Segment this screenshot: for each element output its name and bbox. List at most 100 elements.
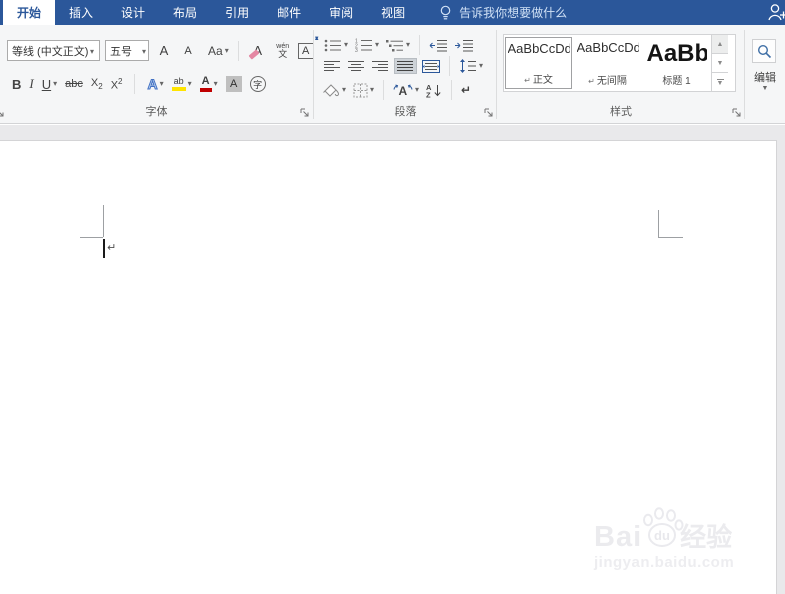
subscript-button[interactable]: X2 [91, 77, 103, 91]
svg-text:Z: Z [426, 90, 431, 98]
shrink-font-button[interactable]: A ▼ [179, 36, 319, 57]
character-border-button[interactable]: A [297, 42, 314, 59]
divider [237, 40, 239, 61]
find-button[interactable] [752, 39, 776, 63]
styles-scroll-down-button[interactable]: ▼ [712, 54, 728, 73]
grow-font-button[interactable]: A ▲ [154, 36, 320, 58]
divider [383, 80, 385, 100]
paragraph-mark: ↵ [107, 242, 117, 254]
font-name-select[interactable]: 等线 (中文正文) [7, 40, 100, 61]
distribute-button[interactable] [420, 59, 442, 74]
font-size-select[interactable]: 五号 [105, 40, 149, 61]
decrease-indent-button[interactable] [427, 38, 450, 53]
increase-indent-icon [455, 39, 474, 51]
watermark: Bai du 经验 jingyan.baidu.com [594, 506, 754, 571]
enclose-characters-button[interactable]: 字 [249, 76, 266, 92]
shading-button[interactable] [320, 82, 348, 99]
justify-icon [397, 61, 413, 71]
style-card-heading1[interactable]: AaBb 标题 1 [643, 37, 710, 89]
asian-layout-button[interactable]: A [391, 82, 421, 98]
font-color-icon: A [199, 76, 212, 92]
enclose-characters-icon: 字 [249, 76, 266, 92]
sort-icon: AZ [426, 83, 441, 98]
style-name: 标题 1 [662, 76, 691, 87]
tab-review[interactable]: 审阅 [315, 0, 367, 25]
tell-me-box[interactable]: 告诉我你想要做什么 [439, 0, 567, 25]
bold-icon: B [12, 76, 22, 92]
search-icon [757, 44, 771, 58]
superscript-button[interactable]: X2 [111, 77, 123, 92]
chevron-down-icon[interactable]: ▼ [746, 85, 784, 92]
bullets-icon [324, 39, 341, 51]
italic-button[interactable]: I [29, 76, 33, 92]
line-spacing-button[interactable] [457, 58, 485, 74]
multilevel-list-icon [386, 39, 404, 51]
tab-design[interactable]: 设计 [107, 0, 159, 25]
text-highlight-button[interactable]: ab [171, 77, 192, 91]
tab-mailings[interactable]: 邮件 [263, 0, 315, 25]
tell-me-label: 告诉我你想要做什么 [459, 6, 568, 20]
increase-indent-button[interactable] [453, 38, 476, 53]
tab-references[interactable]: 引用 [211, 0, 263, 25]
asian-layout-icon: A [393, 84, 413, 97]
watermark-jingyan: 经验 [680, 522, 733, 552]
borders-icon [353, 83, 368, 97]
tab-insert[interactable]: 插入 [55, 0, 107, 25]
svg-text:A: A [399, 84, 408, 97]
paragraph-dialog-launcher[interactable] [484, 108, 494, 118]
justify-button[interactable] [394, 58, 417, 74]
font-group-label: 字体 [145, 106, 168, 118]
highlighter-icon: ab [171, 77, 186, 91]
borders-button[interactable] [351, 82, 376, 99]
styles-dialog-launcher[interactable] [732, 108, 742, 118]
style-card-no-spacing[interactable]: AaBbCcDd ↵ 无间隔 [574, 37, 641, 89]
svg-text:3: 3 [355, 48, 358, 52]
styles-gallery: AaBbCcDd ↵ 正文 AaBbCcDd ↵ 无间隔 AaBb 标题 1 ▲ ▼… [503, 34, 736, 92]
strikethrough-button[interactable]: abc [65, 78, 83, 90]
show-hide-marks-button[interactable]: ↵ [459, 82, 473, 98]
shrink-font-icon: A [184, 44, 192, 57]
sign-in-icon[interactable] [766, 3, 785, 22]
style-card-normal[interactable]: AaBbCcDd ↵ 正文 [505, 37, 572, 89]
numbering-icon: 123 [355, 39, 373, 52]
underline-button[interactable]: U [42, 77, 57, 92]
align-right-button[interactable] [370, 59, 391, 73]
character-shading-button[interactable]: A [225, 76, 242, 92]
word-window: 开始 插入 设计 布局 引用 邮件 审阅 视图 告诉我你想要做什么 等线 (中文… [0, 0, 785, 594]
tab-home[interactable]: 开始 [3, 0, 56, 25]
sort-button[interactable]: AZ [424, 82, 444, 99]
divider [744, 30, 745, 119]
numbering-button[interactable]: 123 [353, 37, 381, 53]
align-left-button[interactable] [322, 59, 343, 73]
bold-button[interactable]: B [12, 77, 21, 92]
style-preview: AaBb [646, 40, 707, 67]
font-color-button[interactable]: A [199, 76, 218, 92]
clear-formatting-button[interactable]: A [248, 43, 268, 60]
styles-group-label: 样式 [610, 106, 632, 118]
underline-icon: U [41, 76, 52, 92]
divider [451, 80, 453, 100]
style-preview: AaBbCcDd [576, 40, 639, 55]
divider [134, 74, 136, 94]
styles-gallery-more-button[interactable]: ▼ [712, 73, 728, 91]
editing-group-button[interactable]: 编辑 [746, 69, 784, 85]
font-dialog-launcher[interactable] [300, 108, 310, 118]
watermark-du: du [654, 528, 670, 543]
text-effects-button[interactable]: A [147, 76, 163, 93]
ribbon-tab-bar: 开始 插入 设计 布局 引用 邮件 审阅 视图 告诉我你想要做什么 [0, 0, 785, 25]
align-center-button[interactable] [346, 59, 367, 73]
style-preview: AaBbCcDd [507, 41, 570, 56]
paragraph-group-row1: 123 [322, 35, 476, 55]
bullets-button[interactable] [322, 38, 350, 53]
margin-mark-top-left-vertical [103, 205, 104, 237]
tab-view[interactable]: 视图 [367, 0, 419, 25]
watermark-url: jingyan.baidu.com [594, 554, 735, 571]
styles-scroll-up-button[interactable]: ▲ [712, 35, 728, 54]
shading-icon [323, 83, 340, 97]
multilevel-list-button[interactable] [384, 38, 412, 53]
text-effects-icon: A [147, 76, 158, 93]
tab-layout[interactable]: 布局 [159, 0, 211, 25]
change-case-button[interactable]: Aa [208, 44, 229, 58]
phonetic-guide-button[interactable]: wén 文 [273, 43, 293, 59]
margin-mark-top-left-horizontal [80, 237, 103, 238]
